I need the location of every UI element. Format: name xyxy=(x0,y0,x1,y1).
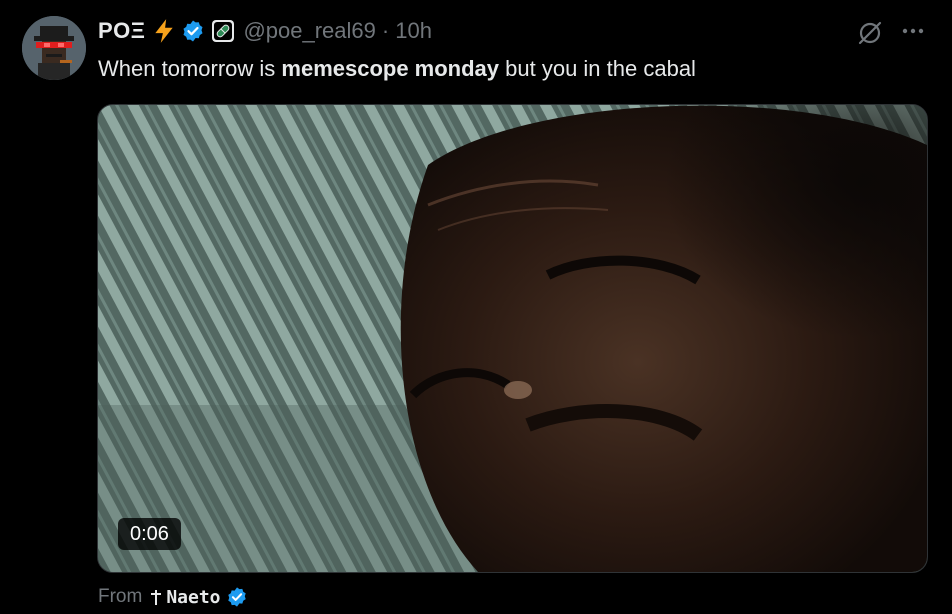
meta-separator: · xyxy=(381,18,390,43)
media-attribution: From Naeto xyxy=(98,584,248,610)
attribution-source-name[interactable]: Naeto xyxy=(166,587,220,608)
author-avatar[interactable] xyxy=(22,16,86,80)
post-text-bold: memescope monday xyxy=(281,56,500,81)
attribution-prefix: From xyxy=(98,586,143,607)
video-player[interactable] xyxy=(97,104,928,573)
verified-badge-icon[interactable] xyxy=(181,19,205,43)
post-text-before: When tomorrow is xyxy=(98,56,282,81)
more-options-icon[interactable] xyxy=(900,18,926,44)
video-frame xyxy=(98,105,927,572)
author-name[interactable]: POΞ xyxy=(98,18,145,44)
pill-badge-icon[interactable] xyxy=(211,19,235,43)
attribution-source[interactable]: Naeto xyxy=(142,586,247,608)
grok-icon[interactable] xyxy=(856,19,884,47)
post-text-after: but you in the cabal xyxy=(499,56,696,81)
author-handle[interactable]: @poe_real69 xyxy=(243,18,375,44)
lightning-bolt-icon xyxy=(151,18,177,44)
verified-badge-icon[interactable] xyxy=(226,586,248,608)
post-text: When tomorrow is memescope monday but yo… xyxy=(98,54,696,84)
dagger-icon xyxy=(150,588,162,606)
avatar-image xyxy=(22,16,86,80)
post-header: POΞ @poe_real69 · 10h xyxy=(98,15,432,47)
post-timestamp[interactable]: 10h xyxy=(395,18,432,44)
video-duration-badge: 0:06 xyxy=(118,518,181,550)
